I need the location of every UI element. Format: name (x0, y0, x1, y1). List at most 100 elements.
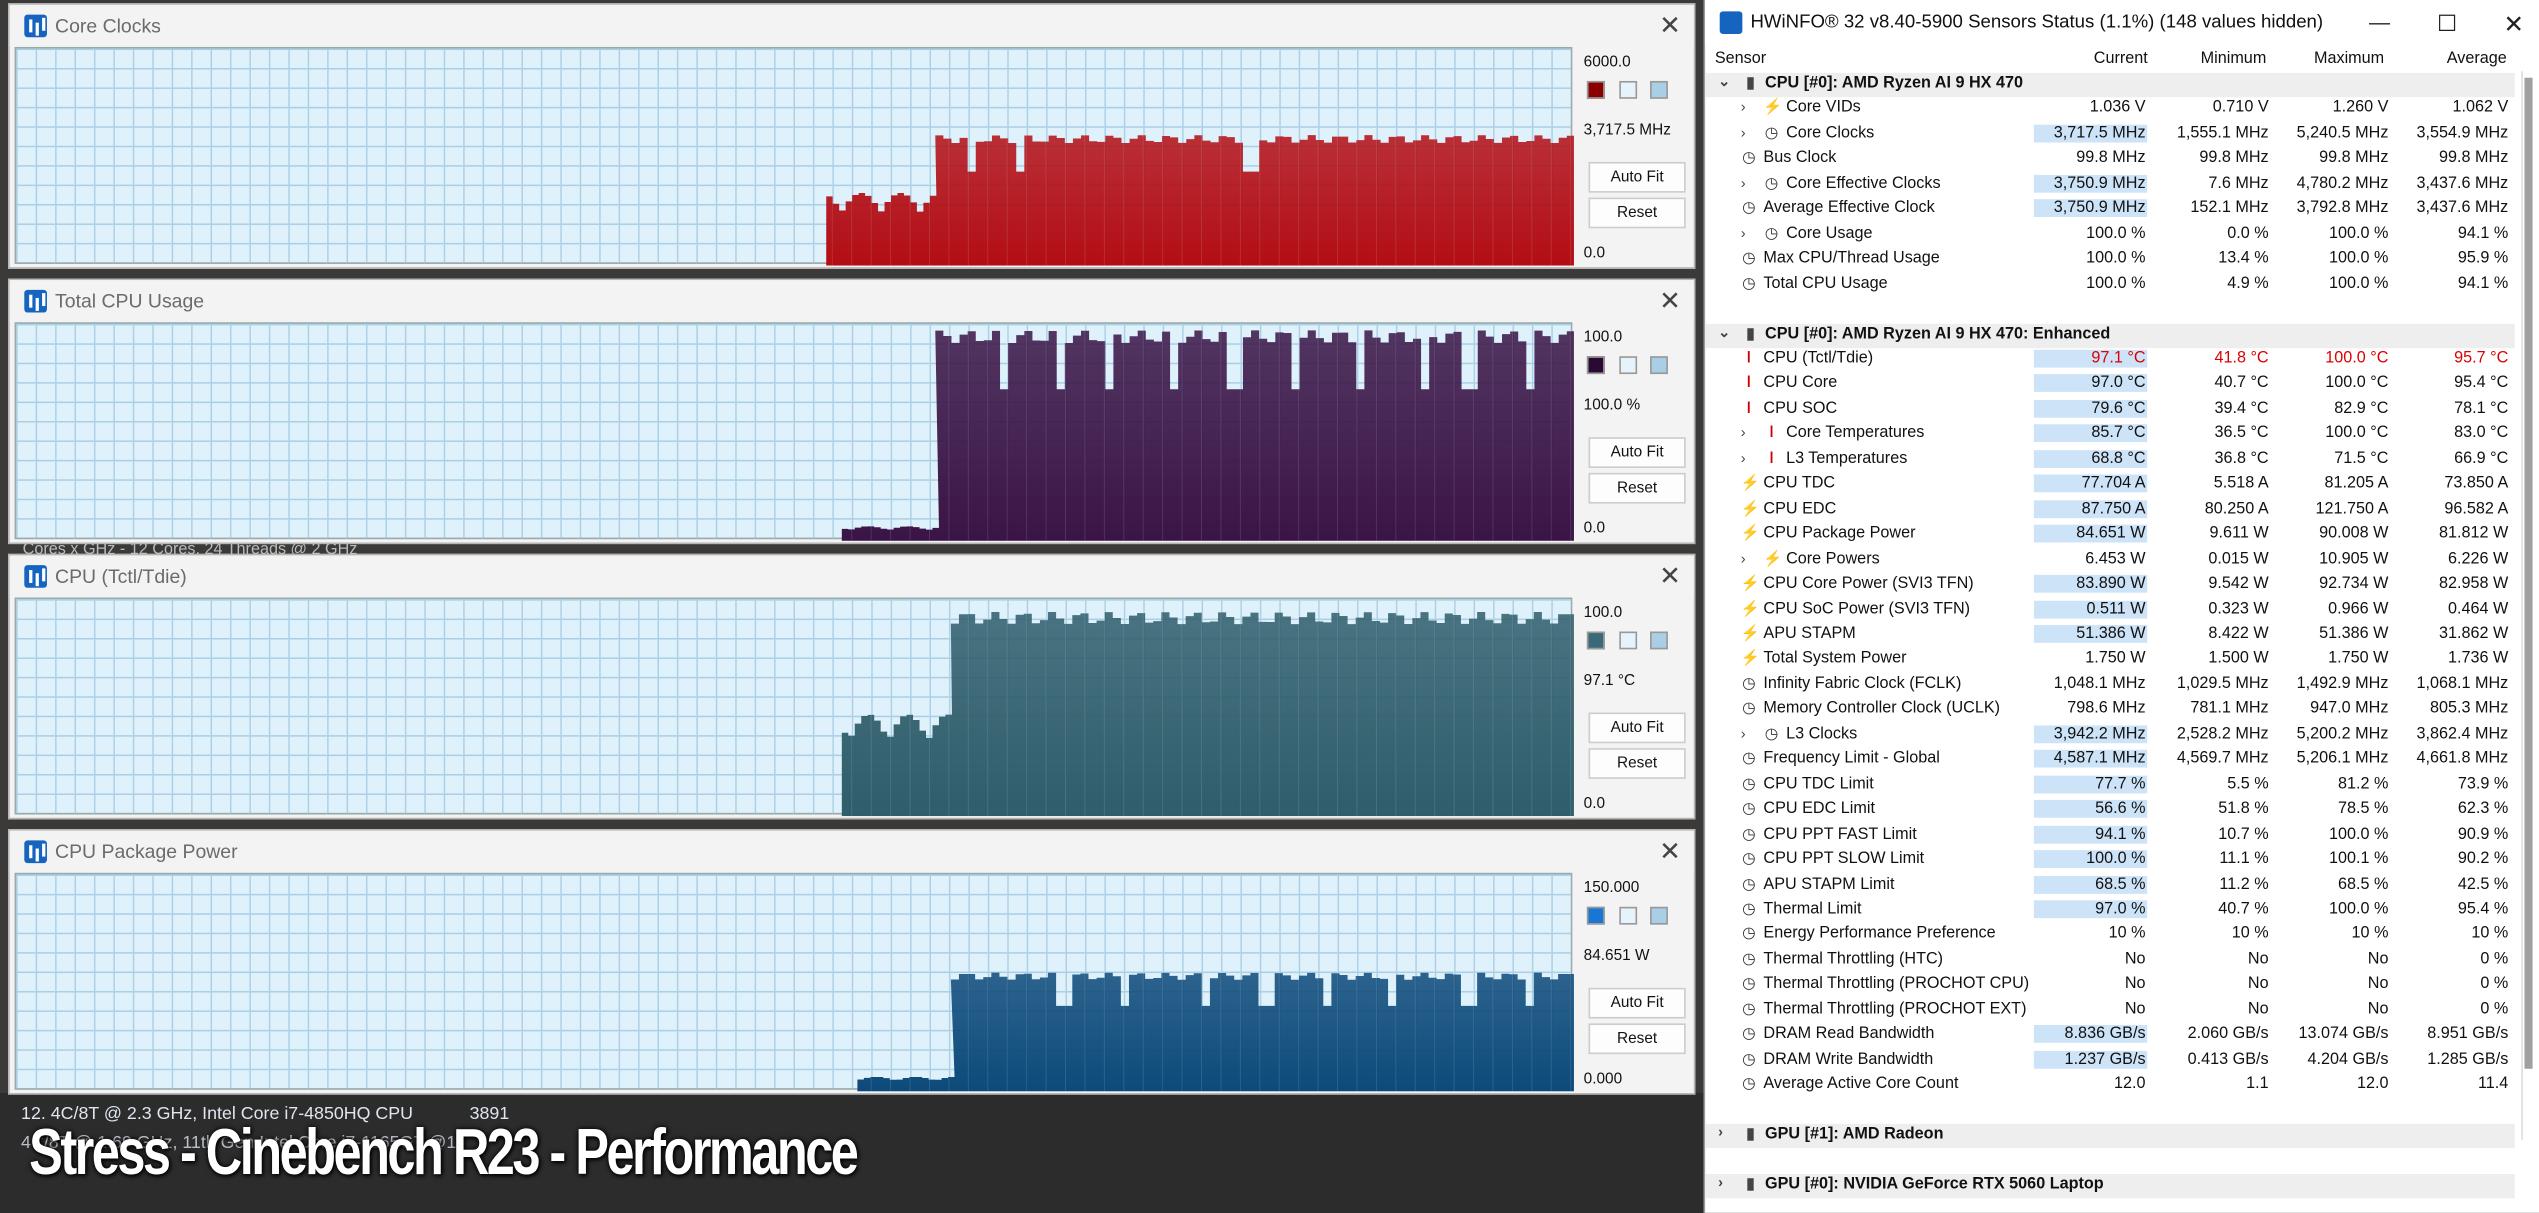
chevron-down-icon[interactable]: ⌄ (1718, 323, 1730, 341)
graph-title-bar[interactable]: CPU (Tctl/Tdie) ✕ (9, 555, 1694, 598)
sensor-row[interactable]: ǀ CPU (Tctl/Tdie) 97.1 °C 41.8 °C 100.0 … (1705, 348, 2515, 373)
sensor-row[interactable]: ⚡ CPU Package Power 84.651 W 9.611 W 90.… (1705, 523, 2515, 548)
sensor-row[interactable]: ǀ CPU Core 97.0 °C 40.7 °C 100.0 °C 95.4… (1705, 373, 2515, 398)
minimize-icon[interactable]: — (2369, 10, 2390, 34)
graph-bg-swatch[interactable] (1619, 356, 1638, 375)
sensor-row[interactable]: › ǀ L3 Temperatures 68.8 °C 36.8 °C 71.5… (1705, 448, 2515, 473)
col-minimum[interactable]: Minimum (2201, 50, 2267, 68)
graph-color-swatch[interactable] (1586, 631, 1605, 650)
close-icon[interactable]: ✕ (1659, 836, 1681, 868)
sensor-row[interactable]: › ◷ L3 Clocks 3,942.2 MHz 2,528.2 MHz 5,… (1705, 723, 2515, 748)
sensor-row[interactable]: ◷ Max CPU/Thread Usage 100.0 % 13.4 % 10… (1705, 248, 2515, 273)
chevron-right-icon[interactable]: › (1718, 1174, 1723, 1190)
reset-button[interactable]: Reset (1588, 197, 1686, 229)
close-icon[interactable]: ✕ (1659, 10, 1681, 42)
sensor-row[interactable]: ◷ Thermal Throttling (HTC) No No No 0 % (1705, 949, 2515, 974)
graph-window[interactable]: Core Clocks ✕ 6000.0 3,717.5 MHz Auto Fi… (8, 3, 1696, 269)
graph-window[interactable]: CPU (Tctl/Tdie) ✕ 100.0 97.1 °C Auto Fit… (8, 553, 1696, 820)
sensor-row[interactable]: ◷ CPU EDC Limit 56.6 % 51.8 % 78.5 % 62.… (1705, 799, 2515, 824)
graph-color-swatch[interactable] (1586, 906, 1605, 925)
sensor-group-header[interactable]: › ▮ GPU [#1]: AMD Radeon (1705, 1123, 2515, 1149)
graph-grid-swatch[interactable] (1650, 356, 1668, 375)
graph-bg-swatch[interactable] (1619, 80, 1638, 99)
sensor-row[interactable]: ◷ Memory Controller Clock (UCLK) 798.6 M… (1705, 698, 2515, 723)
sensor-row[interactable]: ◷ CPU TDC Limit 77.7 % 5.5 % 81.2 % 73.9… (1705, 774, 2515, 799)
vertical-scrollbar[interactable] (2521, 71, 2535, 1140)
chevron-right-icon[interactable]: › (1741, 100, 1746, 116)
chevron-right-icon[interactable]: › (1741, 450, 1746, 466)
chevron-right-icon[interactable]: › (1741, 125, 1746, 141)
sensor-row[interactable]: ◷ CPU PPT FAST Limit 94.1 % 10.7 % 100.0… (1705, 824, 2515, 849)
close-icon[interactable]: ✕ (2503, 10, 2523, 39)
column-header[interactable]: Sensor Current Minimum Maximum Average (1705, 49, 2515, 73)
sensor-row[interactable]: ◷ APU STAPM Limit 68.5 % 11.2 % 68.5 % 4… (1705, 874, 2515, 899)
chevron-right-icon[interactable]: › (1718, 1124, 1723, 1140)
chevron-right-icon[interactable]: › (1741, 550, 1746, 566)
graph-title-bar[interactable]: Total CPU Usage ✕ (9, 280, 1694, 323)
hwinfo-title-bar[interactable]: HWiNFO® 32 v8.40-5900 Sensors Status (1.… (1705, 0, 2539, 46)
close-icon[interactable]: ✕ (1659, 285, 1681, 317)
graph-window[interactable]: Total CPU Usage ✕ 100.0 100.0 % Auto Fit… (8, 278, 1696, 545)
chevron-right-icon[interactable]: › (1741, 725, 1746, 741)
scroll-thumb[interactable] (2524, 77, 2533, 1069)
sensor-row[interactable]: ◷ DRAM Write Bandwidth 1.237 GB/s 0.413 … (1705, 1049, 2515, 1074)
chevron-right-icon[interactable]: › (1741, 175, 1746, 191)
graph-bg-swatch[interactable] (1619, 631, 1638, 650)
sensor-row[interactable]: › ǀ Core Temperatures 85.7 °C 36.5 °C 10… (1705, 423, 2515, 448)
sensor-row[interactable]: › ⚡ Core Powers 6.453 W 0.015 W 10.905 W… (1705, 548, 2515, 573)
sensor-row[interactable]: › ◷ Core Effective Clocks 3,750.9 MHz 7.… (1705, 173, 2515, 198)
auto-fit-button[interactable]: Auto Fit (1588, 437, 1686, 468)
sensor-row[interactable]: ⚡ CPU EDC 87.750 A 80.250 A 121.750 A 96… (1705, 498, 2515, 523)
sensor-row[interactable]: ⚡ Total System Power 1.750 W 1.500 W 1.7… (1705, 648, 2515, 673)
sensor-row[interactable]: ◷ Bus Clock 99.8 MHz 99.8 MHz 99.8 MHz 9… (1705, 148, 2515, 173)
sensor-row[interactable]: ◷ Energy Performance Preference 10 % 10 … (1705, 924, 2515, 949)
sensor-row[interactable]: ◷ Average Active Core Count 12.0 1.1 12.… (1705, 1074, 2515, 1099)
sensor-row[interactable]: › ◷ Core Usage 100.0 % 0.0 % 100.0 % 94.… (1705, 223, 2515, 248)
graph-window[interactable]: CPU Package Power ✕ 150.000 84.651 W Aut… (8, 829, 1696, 1095)
graph-grid-swatch[interactable] (1650, 906, 1668, 925)
auto-fit-button[interactable]: Auto Fit (1588, 712, 1686, 744)
col-average[interactable]: Average (2447, 50, 2507, 68)
graph-color-swatch[interactable] (1586, 356, 1605, 375)
sensor-row[interactable]: › ◷ Core Clocks 3,717.5 MHz 1,555.1 MHz … (1705, 123, 2515, 148)
reset-button[interactable]: Reset (1588, 1023, 1686, 1055)
sensor-row[interactable]: › ⚡ Core VIDs 1.036 V 0.710 V 1.260 V 1.… (1705, 98, 2515, 123)
sensor-row[interactable]: ⚡ CPU SoC Power (SVI3 TFN) 0.511 W 0.323… (1705, 598, 2515, 623)
close-icon[interactable]: ✕ (1659, 560, 1681, 592)
sensor-row[interactable]: ◷ Frequency Limit - Global 4,587.1 MHz 4… (1705, 748, 2515, 773)
hwinfo-sensors-window[interactable]: HWiNFO® 32 v8.40-5900 Sensors Status (1.… (1703, 0, 2539, 1213)
graph-grid-swatch[interactable] (1650, 631, 1668, 650)
chevron-right-icon[interactable]: › (1741, 225, 1746, 241)
sensor-group-header[interactable]: › ▮ GPU [#0]: NVIDIA GeForce RTX 5060 La… (1705, 1173, 2515, 1199)
sensor-row[interactable]: ◷ Thermal Throttling (PROCHOT CPU) No No… (1705, 974, 2515, 999)
sensor-row[interactable]: ǀ CPU SOC 79.6 °C 39.4 °C 82.9 °C 78.1 °… (1705, 398, 2515, 423)
col-maximum[interactable]: Maximum (2314, 50, 2384, 68)
sensor-row[interactable]: ⚡ CPU TDC 77.704 A 5.518 A 81.205 A 73.8… (1705, 473, 2515, 498)
sensor-group-header[interactable]: ⌄ ▮ CPU [#0]: AMD Ryzen AI 9 HX 470 (1705, 72, 2515, 98)
sensor-row[interactable]: ◷ Average Effective Clock 3,750.9 MHz 15… (1705, 198, 2515, 223)
sensor-group-header[interactable]: ⌄ ▮ CPU [#0]: AMD Ryzen AI 9 HX 470: Enh… (1705, 323, 2515, 349)
auto-fit-button[interactable]: Auto Fit (1588, 161, 1686, 193)
sensor-row[interactable]: ⚡ APU STAPM 51.386 W 8.422 W 51.386 W 31… (1705, 623, 2515, 648)
sensor-row[interactable]: ⚡ CPU Core Power (SVI3 TFN) 83.890 W 9.5… (1705, 573, 2515, 598)
sensor-row[interactable]: ◷ CPU PPT SLOW Limit 100.0 % 11.1 % 100.… (1705, 849, 2515, 874)
reset-button[interactable]: Reset (1588, 748, 1686, 779)
graph-title-bar[interactable]: CPU Package Power ✕ (9, 830, 1694, 873)
sensor-list[interactable]: ⌄ ▮ CPU [#0]: AMD Ryzen AI 9 HX 470 › ⚡ C… (1705, 72, 2515, 1199)
graph-color-swatch[interactable] (1586, 80, 1605, 99)
reset-button[interactable]: Reset (1588, 472, 1686, 504)
sensor-row[interactable]: ◷ Total CPU Usage 100.0 % 4.9 % 100.0 % … (1705, 273, 2515, 298)
maximize-icon[interactable]: ☐ (2437, 10, 2457, 38)
sensor-row[interactable]: ◷ Infinity Fabric Clock (FCLK) 1,048.1 M… (1705, 673, 2515, 698)
graph-grid-swatch[interactable] (1650, 80, 1668, 99)
sensor-row[interactable]: ◷ Thermal Throttling (PROCHOT EXT) No No… (1705, 999, 2515, 1024)
graph-bg-swatch[interactable] (1619, 906, 1638, 925)
chevron-down-icon[interactable]: ⌄ (1718, 73, 1730, 91)
sensor-row[interactable]: ◷ DRAM Read Bandwidth 8.836 GB/s 2.060 G… (1705, 1024, 2515, 1049)
chevron-right-icon[interactable]: › (1741, 425, 1746, 441)
col-current[interactable]: Current (2094, 50, 2148, 68)
auto-fit-button[interactable]: Auto Fit (1588, 987, 1686, 1019)
graph-title-bar[interactable]: Core Clocks ✕ (9, 4, 1694, 47)
col-sensor[interactable]: Sensor (1715, 50, 1766, 68)
sensor-row[interactable]: ◷ Thermal Limit 97.0 % 40.7 % 100.0 % 95… (1705, 899, 2515, 924)
